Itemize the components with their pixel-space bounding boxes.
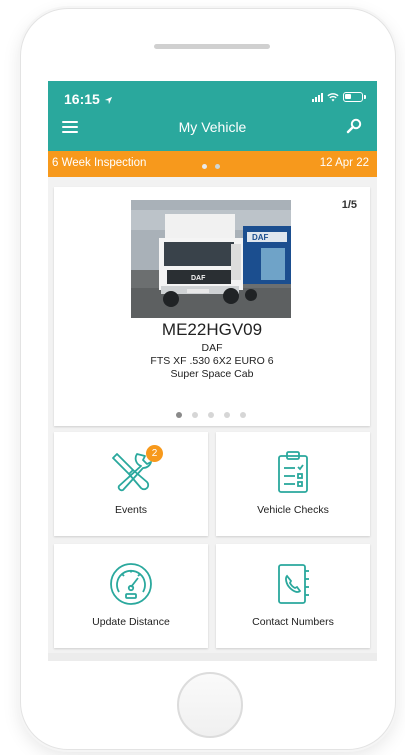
location-arrow-icon [104,96,112,105]
vehicle-model: FTS XF .530 6X2 EURO 6 [150,355,274,367]
vehicle-cab: Super Space Cab [170,368,254,380]
inspection-banner[interactable]: 6 Week Inspection 12 Apr 22 [48,151,377,177]
status-time: 16:15 [64,91,113,107]
update-distance-tile[interactable]: Update Distance [54,544,208,648]
svg-text:DAF: DAF [191,275,206,282]
vehicle-pager[interactable] [176,412,246,418]
vehicle-checks-label: Vehicle Checks [257,504,329,516]
vehicle-registration: ME22HGV09 [161,320,263,339]
inspection-label: 6 Week Inspection [52,157,147,169]
vehicle-photo: DAF DAF [131,200,291,318]
battery-icon [343,92,366,102]
phone-frame: 16:15 My Vehicle 6 Week Inspection 12 Ap… [20,8,396,750]
page-title: My Vehicle [178,119,247,135]
signal-icon [312,92,323,102]
vehicle-card[interactable]: 1/5 DAF DAF ME22HGV09 DAF FTS XF .530 6X… [54,187,370,426]
phone-speaker [154,44,270,49]
events-badge: 2 [146,445,163,462]
inspection-date: 12 Apr 22 [319,157,369,169]
app-header: 16:15 My Vehicle [48,81,377,151]
home-button[interactable] [177,672,243,738]
vehicle-counter: 1/5 [341,199,357,211]
svg-text:DAF: DAF [252,233,269,242]
bottom-strip [48,653,377,661]
search-icon[interactable] [345,117,363,135]
wifi-icon [327,93,339,102]
events-label: Events [114,504,148,516]
speedometer-icon [110,563,152,605]
vehicle-make: DAF [201,342,223,354]
app-screen: 16:15 My Vehicle 6 Week Inspection 12 Ap… [48,81,377,661]
contact-numbers-tile[interactable]: Contact Numbers [216,544,370,648]
phonebook-icon [278,564,309,604]
events-tile[interactable]: 2 Events [54,432,208,536]
status-icons [312,92,366,102]
vehicle-checks-tile[interactable]: Vehicle Checks [216,432,370,536]
contact-numbers-label: Contact Numbers [252,616,334,628]
update-distance-label: Update Distance [92,616,170,628]
banner-pager [202,164,220,169]
clipboard-checklist-icon [278,451,308,493]
